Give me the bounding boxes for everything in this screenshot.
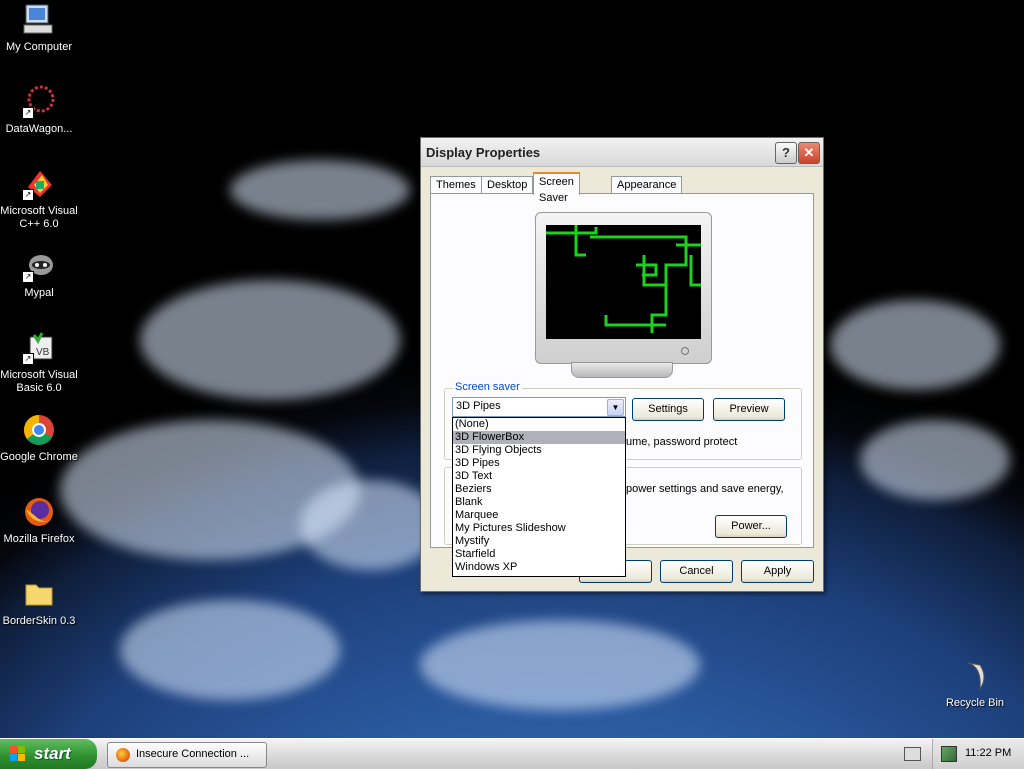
taskbar-button-firefox[interactable]: Insecure Connection ... <box>107 742 267 768</box>
resume-password-text: ume, password protect <box>626 436 738 448</box>
windows-logo-icon <box>10 746 25 761</box>
folder-icon <box>22 577 56 611</box>
desktop-icon-visual-cpp[interactable]: ↗ Microsoft Visual C++ 6.0 <box>0 167 78 231</box>
desktop-icon-mypal[interactable]: ↗ Mypal <box>0 249 78 300</box>
desktop-icon-label: Microsoft Visual C++ 6.0 <box>0 205 78 230</box>
dropdown-option-none[interactable]: (None) <box>453 418 625 431</box>
preview-screen <box>546 225 701 339</box>
dropdown-option-my-pictures-slideshow[interactable]: My Pictures Slideshow <box>453 522 625 535</box>
help-button[interactable]: ? <box>775 142 797 164</box>
shortcut-arrow-icon: ↗ <box>22 353 34 365</box>
desktop-icon-datawagon[interactable]: ↗ DataWagon... <box>0 85 78 136</box>
visual-cpp-icon: ↗ <box>22 167 56 201</box>
dropdown-option-marquee[interactable]: Marquee <box>453 509 625 522</box>
desktop-icon-label: Microsoft Visual Basic 6.0 <box>0 369 78 394</box>
power-button[interactable]: Power... <box>715 515 787 538</box>
tab-desktop[interactable]: Desktop <box>481 176 534 193</box>
apply-button[interactable]: Apply <box>741 560 814 583</box>
desktop-icon-label: Mypal <box>24 287 54 299</box>
pipes-preview-graphic <box>546 225 701 333</box>
system-tray: 11:22 PM <box>932 739 1024 769</box>
desktop-icon-firefox[interactable]: Mozilla Firefox <box>0 495 78 546</box>
svg-text:VB: VB <box>36 347 50 358</box>
desktop-icon-label: Google Chrome <box>0 451 78 463</box>
shortcut-arrow-icon: ↗ <box>22 189 34 201</box>
start-label: start <box>34 744 71 763</box>
taskbar-button-label: Insecure Connection ... <box>136 748 250 760</box>
desktop-icon-label: Mozilla Firefox <box>3 533 75 545</box>
dropdown-option-beziers[interactable]: Beziers <box>453 483 625 496</box>
title-bar[interactable]: Display Properties ? ✕ <box>421 138 823 167</box>
dropdown-option-3d-pipes[interactable]: 3D Pipes <box>453 457 625 470</box>
chrome-icon <box>22 413 56 447</box>
dialog-title: Display Properties <box>426 145 541 160</box>
visual-basic-icon: VB ↗ <box>22 331 56 365</box>
preview-monitor <box>535 212 712 364</box>
desktop-icon-label: Recycle Bin <box>945 697 1005 709</box>
settings-button[interactable]: Settings <box>632 398 704 421</box>
dropdown-option-blank[interactable]: Blank <box>453 496 625 509</box>
network-icon[interactable] <box>941 746 957 762</box>
shortcut-arrow-icon: ↗ <box>22 271 34 283</box>
close-button[interactable]: ✕ <box>798 142 820 164</box>
desktop-icon-label: DataWagon... <box>5 123 73 135</box>
screen-saver-group-label: Screen saver <box>453 381 522 393</box>
datawagon-icon: ↗ <box>22 85 56 119</box>
selected-screen-saver: 3D Pipes <box>456 400 501 412</box>
dropdown-option-3d-text[interactable]: 3D Text <box>453 470 625 483</box>
dropdown-option-starfield[interactable]: Starfield <box>453 548 625 561</box>
screen-saver-select[interactable]: 3D Pipes ▼ <box>452 397 626 417</box>
start-button[interactable]: start <box>0 739 97 769</box>
taskbar: start Insecure Connection ... 11:22 PM <box>0 738 1024 769</box>
power-led <box>681 347 689 355</box>
firefox-icon <box>116 748 130 762</box>
keyboard-icon[interactable] <box>904 747 921 761</box>
dropdown-option-3d-flying-objects[interactable]: 3D Flying Objects <box>453 444 625 457</box>
raccoon-icon: ↗ <box>22 249 56 283</box>
chevron-down-icon[interactable]: ▼ <box>607 399 624 416</box>
shortcut-arrow-icon: ↗ <box>22 107 34 119</box>
dropdown-option-windows-xp[interactable]: Windows XP <box>453 561 625 574</box>
screen-saver-dropdown-list: (None) 3D FlowerBox 3D Flying Objects 3D… <box>452 417 626 577</box>
desktop-icon-label: My Computer <box>5 41 73 53</box>
desktop-icon-my-computer[interactable]: My Computer <box>0 3 78 54</box>
desktop-icon-borderskin[interactable]: BorderSkin 0.3 <box>0 577 78 628</box>
recycle-bin-icon <box>958 659 992 693</box>
dropdown-option-mystify[interactable]: Mystify <box>453 535 625 548</box>
preview-button[interactable]: Preview <box>713 398 785 421</box>
power-description-text: power settings and save energy, <box>626 483 784 495</box>
tab-appearance[interactable]: Appearance <box>611 176 683 193</box>
computer-icon <box>22 3 56 37</box>
dropdown-option-3d-flowerbox[interactable]: 3D FlowerBox <box>453 431 625 444</box>
desktop-icon-label: BorderSkin 0.3 <box>2 615 76 627</box>
tab-screen-saver[interactable]: Screen Saver <box>533 172 580 204</box>
desktop-icon-chrome[interactable]: Google Chrome <box>0 413 78 464</box>
tab-themes[interactable]: Themes <box>430 176 482 193</box>
desktop-icon-visual-basic[interactable]: VB ↗ Microsoft Visual Basic 6.0 <box>0 331 78 395</box>
monitor-stand <box>571 362 673 378</box>
cancel-button[interactable]: Cancel <box>660 560 733 583</box>
desktop-icon-recycle-bin[interactable]: Recycle Bin <box>936 659 1014 710</box>
clock[interactable]: 11:22 PM <box>965 747 1011 759</box>
firefox-icon <box>22 495 56 529</box>
